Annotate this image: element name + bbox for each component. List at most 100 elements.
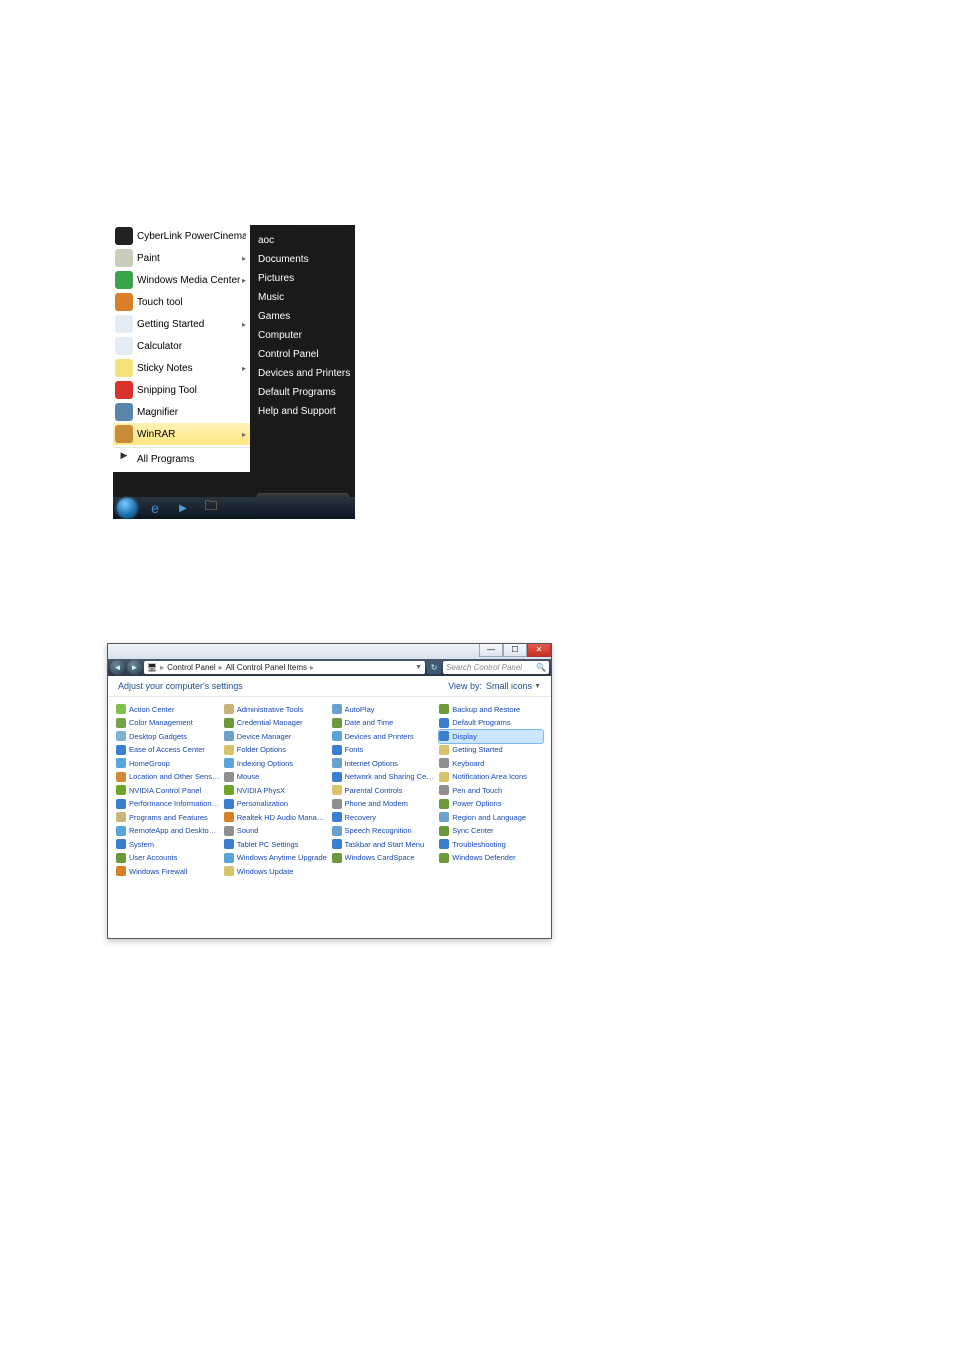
refresh-button[interactable]: ↻ (427, 661, 441, 674)
control-panel-item[interactable]: NVIDIA PhysX (224, 784, 328, 797)
start-menu-right-item[interactable]: Documents (250, 250, 355, 269)
start-menu-item[interactable]: Paint▸ (113, 247, 250, 269)
start-menu-item[interactable]: ▶All Programs (113, 447, 250, 470)
start-menu-left-pane: CyberLink PowerCinemaPaint▸Windows Media… (113, 225, 250, 472)
control-panel-item[interactable]: Administrative Tools (224, 703, 328, 716)
control-panel-item[interactable]: Tablet PC Settings (224, 838, 328, 851)
start-menu-item[interactable]: WinRAR▸ (113, 423, 250, 445)
control-panel-item[interactable]: Troubleshooting (439, 838, 543, 851)
control-panel-item[interactable]: Power Options (439, 798, 543, 811)
start-menu-item[interactable]: CyberLink PowerCinema (113, 225, 250, 247)
control-panel-item[interactable]: Mouse (224, 771, 328, 784)
start-menu-right-item[interactable]: aoc (250, 231, 355, 250)
control-panel-item[interactable]: RemoteApp and Desktop Connections (116, 825, 220, 838)
control-panel-item[interactable]: Taskbar and Start Menu (332, 838, 436, 851)
chevron-down-icon[interactable]: ▼ (534, 683, 541, 690)
start-menu-item[interactable]: Windows Media Center▸ (113, 269, 250, 291)
control-panel-item[interactable]: Region and Language (439, 811, 543, 824)
control-panel-item[interactable]: HomeGroup (116, 757, 220, 770)
program-icon (115, 293, 133, 311)
control-panel-search[interactable]: Search Control Panel 🔍 (443, 661, 549, 674)
breadcrumb-item[interactable]: All Control Panel Items (226, 663, 307, 672)
start-menu-item[interactable]: Touch tool (113, 291, 250, 313)
start-menu-item[interactable]: Calculator (113, 335, 250, 357)
control-panel-item[interactable]: Pen and Touch (439, 784, 543, 797)
nav-forward-button[interactable]: ► (127, 660, 142, 675)
control-panel-item[interactable]: Display (439, 730, 543, 743)
control-panel-item[interactable]: Action Center (116, 703, 220, 716)
control-panel-item[interactable]: Realtek HD Audio Manager (224, 811, 328, 824)
control-panel-item[interactable]: Credential Manager (224, 717, 328, 730)
start-menu-right-item[interactable]: Computer (250, 326, 355, 345)
start-menu-right-item[interactable]: Help and Support (250, 402, 355, 421)
control-panel-item-icon (224, 745, 234, 755)
control-panel-item[interactable]: Speech Recognition (332, 825, 436, 838)
control-panel-item[interactable]: Sound (224, 825, 328, 838)
control-panel-item[interactable]: Internet Options (332, 757, 436, 770)
close-button[interactable]: ✕ (527, 644, 551, 657)
control-panel-item[interactable]: Personalization (224, 798, 328, 811)
start-menu-right-item[interactable]: Control Panel (250, 345, 355, 364)
control-panel-item[interactable]: Indexing Options (224, 757, 328, 770)
control-panel-item[interactable]: Notification Area Icons (439, 771, 543, 784)
nav-back-button[interactable]: ◄ (110, 660, 125, 675)
start-menu-right-item[interactable]: Pictures (250, 269, 355, 288)
control-panel-item[interactable]: NVIDIA Control Panel (116, 784, 220, 797)
control-panel-item[interactable]: User Accounts (116, 852, 220, 865)
control-panel-item[interactable]: Location and Other Sensors (116, 771, 220, 784)
control-panel-item[interactable]: Desktop Gadgets (116, 730, 220, 743)
control-panel-item[interactable]: Performance Information and Tools (116, 798, 220, 811)
start-menu-item[interactable]: Sticky Notes▸ (113, 357, 250, 379)
start-menu-item[interactable]: Magnifier (113, 401, 250, 423)
start-menu-item[interactable]: Snipping Tool (113, 379, 250, 401)
taskbar-wmp-icon[interactable]: ▶ (169, 497, 197, 519)
start-menu-right-item[interactable]: Games (250, 307, 355, 326)
control-panel-item-icon (439, 704, 449, 714)
control-panel-item-icon (224, 758, 234, 768)
breadcrumb-dropdown-icon[interactable]: ▼ (415, 664, 422, 671)
submenu-arrow-icon: ▸ (242, 364, 246, 373)
start-menu-right-item[interactable]: Music (250, 288, 355, 307)
control-panel-item[interactable]: Folder Options (224, 744, 328, 757)
control-panel-item[interactable]: Device Manager (224, 730, 328, 743)
control-panel-item[interactable]: Date and Time (332, 717, 436, 730)
control-panel-item[interactable]: System (116, 838, 220, 851)
taskbar-ie-icon[interactable]: e (141, 497, 169, 519)
control-panel-item[interactable]: Sync Center (439, 825, 543, 838)
control-panel-item[interactable]: Getting Started (439, 744, 543, 757)
window-titlebar[interactable]: — ☐ ✕ (108, 644, 551, 659)
control-panel-item-label: Windows CardSpace (345, 853, 415, 862)
breadcrumb-item[interactable]: Control Panel (167, 663, 215, 672)
control-panel-item[interactable]: Fonts (332, 744, 436, 757)
address-bar[interactable]: 🖥 ▸ Control Panel ▸ All Control Panel It… (144, 661, 425, 674)
start-menu-right-item[interactable]: Default Programs (250, 383, 355, 402)
control-panel-item[interactable]: Ease of Access Center (116, 744, 220, 757)
control-panel-item[interactable]: Recovery (332, 811, 436, 824)
maximize-button[interactable]: ☐ (503, 644, 527, 657)
control-panel-item[interactable]: Network and Sharing Center (332, 771, 436, 784)
taskbar-explorer-icon[interactable]: 🗀 (197, 497, 225, 519)
control-panel-item[interactable]: Devices and Printers (332, 730, 436, 743)
control-panel-item[interactable]: Windows Anytime Upgrade (224, 852, 328, 865)
start-orb[interactable] (113, 497, 141, 519)
control-panel-item[interactable]: Windows Update (224, 865, 328, 878)
control-panel-item[interactable]: Windows Defender (439, 852, 543, 865)
view-by-value[interactable]: Small icons (486, 681, 532, 691)
control-panel-item-label: Programs and Features (129, 813, 208, 822)
control-panel-item[interactable]: Programs and Features (116, 811, 220, 824)
control-panel-item-label: Speech Recognition (345, 826, 412, 835)
control-panel-item[interactable]: Keyboard (439, 757, 543, 770)
start-menu-item[interactable]: Getting Started▸ (113, 313, 250, 335)
start-menu-right-item[interactable]: Devices and Printers (250, 364, 355, 383)
control-panel-item[interactable]: Default Programs (439, 717, 543, 730)
control-panel-item[interactable]: Backup and Restore (439, 703, 543, 716)
control-panel-item[interactable]: Windows CardSpace (332, 852, 436, 865)
minimize-button[interactable]: — (479, 644, 503, 657)
control-panel-item[interactable]: Color Management (116, 717, 220, 730)
control-panel-item[interactable]: AutoPlay (332, 703, 436, 716)
control-panel-item-label: Devices and Printers (345, 732, 414, 741)
control-panel-item[interactable]: Parental Controls (332, 784, 436, 797)
control-panel-item[interactable]: Windows Firewall (116, 865, 220, 878)
control-panel-item[interactable]: Phone and Modem (332, 798, 436, 811)
control-panel-item-label: Parental Controls (345, 786, 403, 795)
